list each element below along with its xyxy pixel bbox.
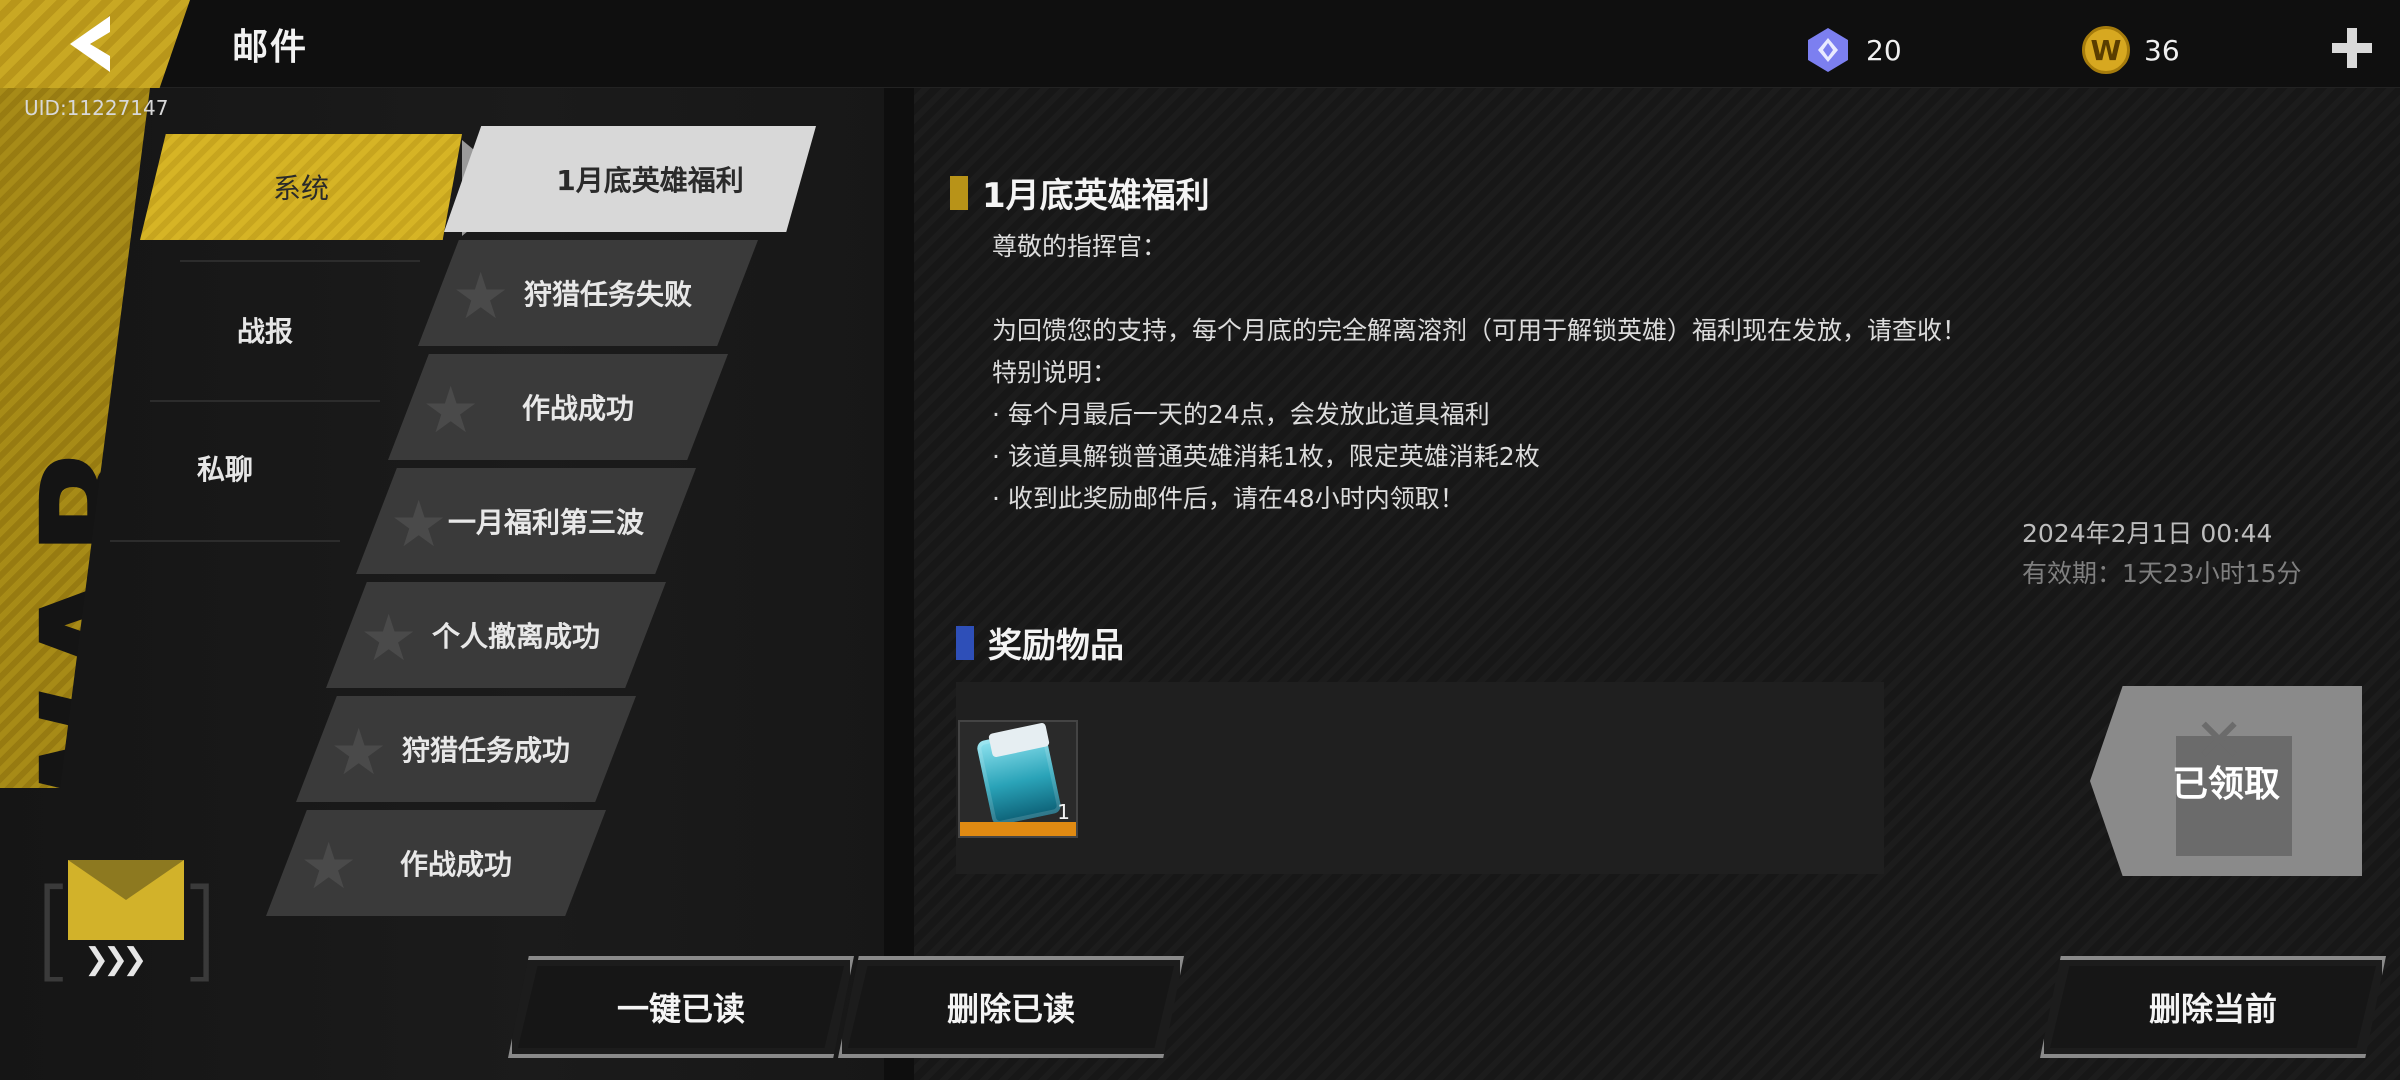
star-icon: ★	[422, 374, 480, 448]
gem-count: 20	[1866, 33, 1902, 67]
mark-all-read-button[interactable]: 一键已读	[508, 956, 854, 1058]
delete-read-label: 删除已读	[946, 990, 1075, 1028]
mail-item-label: 作战成功	[521, 392, 634, 425]
coin-icon: W	[2082, 26, 2130, 74]
gem-counter: 20	[1804, 26, 1902, 74]
page-title: 邮件	[232, 27, 309, 68]
mail-item-label: 狩猎任务成功	[401, 734, 570, 767]
mail-validity: 有效期：1天23小时15分	[2022, 559, 2302, 588]
delete-current-label: 删除当前	[2148, 990, 2277, 1028]
mail-item-label: 1月底英雄福利	[556, 164, 744, 197]
panel-divider	[884, 88, 914, 1080]
user-id: UID:11227147	[24, 96, 169, 120]
mail-item-label: 狩猎任务失败	[523, 278, 692, 311]
mail-item-label: 作战成功	[399, 848, 512, 881]
gem-icon	[1804, 26, 1852, 74]
mail-item[interactable]: ★ 狩猎任务成功	[296, 696, 636, 802]
top-bar: 邮件 20 W 36	[0, 0, 2400, 88]
rewards-marker	[956, 625, 974, 660]
mail-body: 尊敬的指挥官： 为回馈您的支持，每个月底的完全解离溶剂（可用于解锁英雄）福利现在…	[992, 232, 1968, 513]
mail-button[interactable]: [ ] ❯❯❯	[32, 854, 221, 984]
claimed-button[interactable]: ✕ 已领取	[2090, 686, 2362, 876]
star-icon: ★	[300, 830, 358, 904]
reward-quantity: 1	[1057, 800, 1070, 824]
reward-item[interactable]: 1	[958, 720, 1078, 838]
mark-all-read-label: 一键已读	[616, 990, 745, 1028]
back-button[interactable]	[0, 0, 190, 88]
mail-item[interactable]: ★ 狩猎任务失败	[418, 240, 758, 346]
divider	[150, 400, 380, 402]
divider	[180, 260, 420, 262]
tab-system-label: 系统	[272, 172, 329, 205]
bracket-right-icon: ]	[178, 865, 221, 993]
delete-current-button[interactable]: 删除当前	[2040, 956, 2386, 1058]
mail-item-label: 一月福利第三波	[447, 506, 644, 539]
mail-item[interactable]: ★ 作战成功	[388, 354, 728, 460]
tab-system[interactable]: 系统	[140, 134, 462, 240]
title-marker	[950, 175, 968, 210]
chevrons-icon: ❯❯❯	[84, 942, 147, 977]
mail-title-text: 1月底英雄福利	[982, 176, 1210, 216]
claimed-label: 已领取	[2171, 764, 2280, 805]
plus-icon[interactable]	[2328, 24, 2376, 72]
rarity-bar	[960, 822, 1076, 836]
mail-item[interactable]: 1月底英雄福利	[444, 126, 816, 232]
coin-count: 36	[2144, 33, 2180, 67]
tab-private-chat-label: 私聊	[196, 453, 253, 486]
coin-counter: W 36	[2082, 26, 2180, 74]
mail-item[interactable]: ★ 个人撤离成功	[326, 582, 666, 688]
back-arrow-icon	[70, 16, 110, 72]
mail-date: 2024年2月1日 00:44	[2022, 519, 2273, 548]
mail-title: 1月底英雄福利	[950, 168, 1210, 217]
delete-read-button[interactable]: 删除已读	[838, 956, 1184, 1058]
mail-item[interactable]: ★ 作战成功	[266, 810, 606, 916]
tab-battle-report-label: 战报	[236, 315, 293, 348]
rewards-title-text: 奖励物品	[988, 626, 1124, 666]
envelope-icon	[68, 860, 184, 940]
mail-item-label: 个人撤离成功	[431, 620, 600, 653]
divider	[110, 540, 340, 542]
tab-battle-report[interactable]: 战报	[150, 280, 380, 380]
rewards-box	[956, 682, 1884, 874]
tab-private-chat[interactable]: 私聊	[110, 418, 340, 518]
mail-item[interactable]: ★ 一月福利第三波	[356, 468, 696, 574]
rewards-title: 奖励物品	[956, 618, 1124, 667]
